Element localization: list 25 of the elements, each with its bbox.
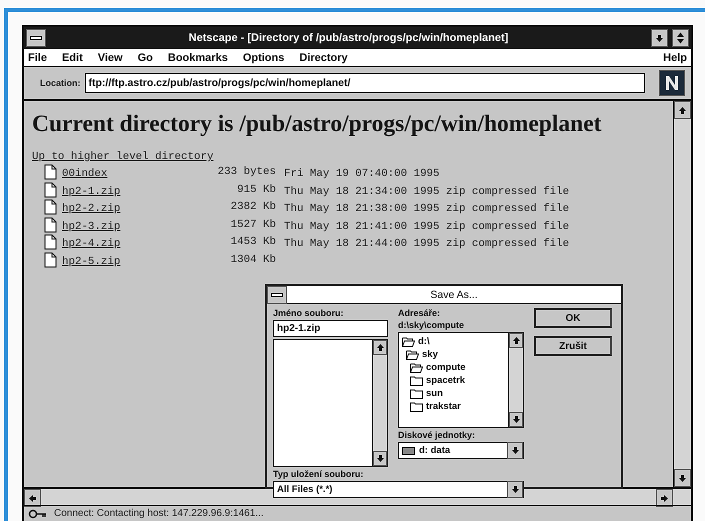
file-description: zip compressed file	[445, 186, 570, 198]
file-size: 1453 Kb	[230, 236, 277, 248]
file-date: Thu May 18 21:38:00 1995	[284, 203, 440, 215]
file-date: Fri May 19 07:40:00 1995	[284, 168, 440, 180]
field-label: Diskové jednotky:	[398, 430, 476, 440]
dialog-title: Save As...	[429, 288, 479, 300]
file-date: Thu May 18 21:44:00 1995	[284, 238, 440, 250]
file-date: Thu May 18 21:34:00 1995	[284, 186, 440, 198]
file-size: 915 Kb	[236, 184, 277, 196]
file-description: zip compressed file	[445, 220, 570, 232]
field-label: Adresáře:	[398, 308, 442, 318]
location-label: Location:	[40, 78, 80, 88]
file-size: 1304 Kb	[230, 254, 277, 266]
file-size: 1527 Kb	[230, 218, 277, 230]
file-description: zip compressed file	[445, 203, 570, 215]
current-path: d:\sky\compute	[398, 320, 466, 330]
window-title: Netscape - [Directory of /pub/astro/progs/pc/win/homeplanet]	[188, 32, 510, 44]
file-date: Thu May 18 21:41:00 1995	[284, 220, 440, 232]
file-size: 233 bytes	[216, 166, 277, 178]
status-text: Connect: Contacting host: 147.229.96.9:1461...	[54, 508, 264, 519]
field-label: Jméno souboru:	[273, 308, 345, 318]
field-label: Typ uložení souboru:	[273, 469, 364, 479]
page-heading: Current directory is /pub/astro/progs/pc/win/homeplanet	[32, 111, 602, 138]
file-description: zip compressed file	[445, 238, 570, 250]
file-size: 2382 Kb	[230, 201, 277, 213]
